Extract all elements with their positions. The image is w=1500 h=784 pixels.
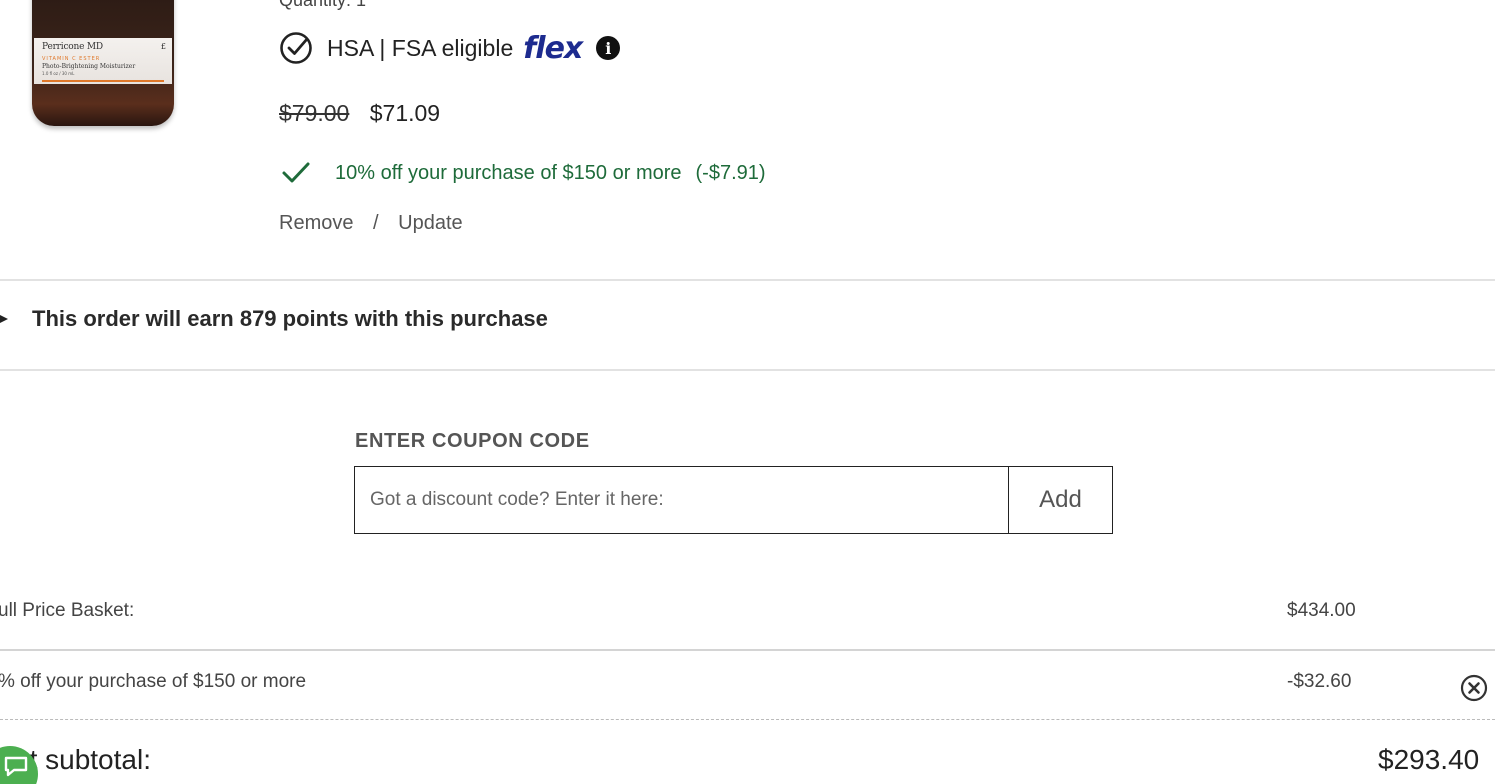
discount-label: % off your purchase of $150 or more bbox=[0, 671, 307, 692]
line-item-actions: Remove / Update bbox=[279, 212, 463, 235]
points-text: This order will earn 879 points with thi… bbox=[32, 306, 548, 331]
chat-icon bbox=[4, 756, 28, 777]
product-image-stripe bbox=[42, 80, 164, 82]
hsa-eligibility-row: HSA | FSA eligible flex i bbox=[279, 30, 621, 66]
update-link[interactable]: Update bbox=[398, 212, 463, 234]
caret-right-icon bbox=[0, 315, 8, 323]
cart-page: Perricone MD £ VITAMIN C ESTER Photo-Bri… bbox=[0, 0, 1500, 784]
product-jar-label: Perricone MD £ VITAMIN C ESTER Photo-Bri… bbox=[34, 38, 172, 84]
promo-amount: (-$7.91) bbox=[695, 161, 766, 184]
section-divider bbox=[0, 279, 1495, 281]
info-icon[interactable]: i bbox=[596, 36, 621, 60]
coupon-input[interactable] bbox=[355, 467, 1008, 533]
actions-separator: / bbox=[373, 212, 379, 234]
product-image-badge: £ bbox=[160, 42, 166, 51]
product-image[interactable]: Perricone MD £ VITAMIN C ESTER Photo-Bri… bbox=[30, 0, 176, 128]
full-price-label: ull Price Basket: bbox=[0, 600, 135, 621]
flex-logo: flex bbox=[523, 30, 583, 66]
coupon-label: ENTER COUPON CODE bbox=[355, 430, 590, 452]
add-coupon-button[interactable]: Add bbox=[1008, 467, 1112, 533]
subtotal-divider bbox=[0, 719, 1495, 720]
product-price: $79.00 $71.09 bbox=[279, 100, 440, 127]
remove-link[interactable]: Remove bbox=[279, 212, 353, 234]
check-circle-icon bbox=[280, 32, 312, 64]
hsa-fsa-label: HSA | FSA eligible bbox=[327, 34, 514, 61]
original-price: $79.00 bbox=[279, 100, 350, 126]
product-quantity: Quantity: 1 bbox=[279, 0, 367, 10]
subtotal-value: $293.40 bbox=[1378, 744, 1480, 775]
discount-value: -$32.60 bbox=[1287, 671, 1352, 692]
summary-divider bbox=[0, 649, 1495, 651]
applied-promotion: 10% off your purchase of $150 or more (-… bbox=[281, 160, 766, 186]
promo-text: 10% off your purchase of $150 or more bbox=[335, 161, 682, 184]
points-toggle[interactable]: This order will earn 879 points with thi… bbox=[0, 306, 548, 332]
product-image-line1: VITAMIN C ESTER bbox=[42, 56, 101, 62]
sale-price: $71.09 bbox=[369, 100, 441, 126]
product-image-brand: Perricone MD bbox=[42, 42, 103, 52]
full-price-value: $434.00 bbox=[1287, 600, 1356, 621]
product-image-line3: 1.0 fl oz / 30 mL bbox=[42, 71, 75, 76]
coupon-form: Add bbox=[354, 466, 1113, 534]
product-image-line2: Photo-Brightening Moisturizer bbox=[42, 63, 136, 70]
section-divider bbox=[0, 369, 1495, 371]
close-circle-icon[interactable] bbox=[1460, 674, 1488, 702]
check-icon bbox=[282, 162, 310, 183]
